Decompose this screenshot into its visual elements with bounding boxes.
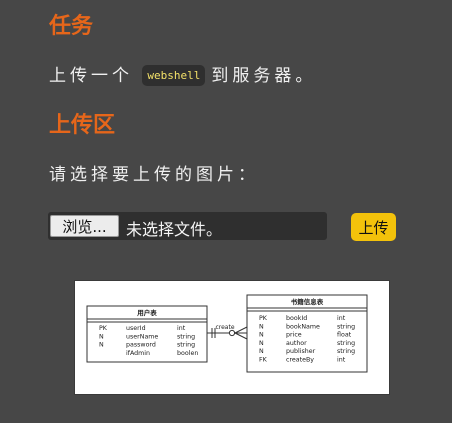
entity-right-key-cell: PK xyxy=(259,315,268,322)
entity-left-type-cell: string xyxy=(177,342,195,349)
entity-right-name-cell: price xyxy=(286,332,302,339)
task-text-after: 到服务器。 xyxy=(211,66,317,86)
task-code: webshell xyxy=(142,65,206,86)
entity-right-type-cell: string xyxy=(337,348,355,355)
entity-right-key-cell: N xyxy=(259,340,264,347)
entity-right-name-cell: bookName xyxy=(286,323,320,330)
er-diagram: 用户表 PKNNuserIduserNamepasswordifAdminint… xyxy=(86,294,368,373)
entity-left-name-cell: ifAdmin xyxy=(126,350,150,357)
entity-right-name-cell: createBy xyxy=(286,357,314,364)
entity-right-key-cell: N xyxy=(259,323,264,330)
file-status: 未选择文件。 xyxy=(126,220,223,239)
entity-right-type-cell: int xyxy=(337,315,346,322)
upload-heading: 上传区 xyxy=(49,113,116,138)
entity-right-key-cell: N xyxy=(259,348,264,355)
entity-left-type-cell: string xyxy=(177,333,195,340)
entity-right-name-cell: bookId xyxy=(286,315,307,322)
browse-button[interactable]: 浏览... xyxy=(50,215,119,237)
entity-right-type-cell: string xyxy=(337,340,355,347)
entity-right-type-cell: float xyxy=(337,332,352,339)
entity-left-key-cell: N xyxy=(99,333,104,340)
entity-left-type-cell: boolen xyxy=(177,350,198,357)
entity-right-key-cell: FK xyxy=(259,357,268,364)
relation-label: create xyxy=(215,324,234,331)
upload-prompt: 请选择要上传的图片： xyxy=(49,165,259,185)
entity-left-name-cell: password xyxy=(126,342,156,349)
task-description: 上传一个 webshell 到服务器。 xyxy=(49,61,316,86)
entity-right-type-cell: int xyxy=(337,357,346,364)
preview-image: 用户表 PK N NuserId userName password ifAdmin int… xyxy=(74,280,390,395)
entity-right-name-cell: author xyxy=(286,340,307,347)
entity-left-key-cell: N xyxy=(99,342,104,349)
task-text-before: 上传一个 xyxy=(49,66,133,86)
entity-left-title: 用户表 xyxy=(136,308,157,317)
entity-left-name-cell: userName xyxy=(126,333,158,340)
entity-right-title: 书籍信息表 xyxy=(291,297,324,306)
entity-left-type-cell: int xyxy=(177,325,186,332)
file-input[interactable]: 浏览... 未选择文件。 xyxy=(48,212,327,240)
entity-right-key-cell: N xyxy=(259,332,264,339)
entity-right-type-cell: string xyxy=(337,323,355,330)
entity-right-name-cell: publisher xyxy=(286,348,316,355)
task-heading: 任务 xyxy=(49,14,94,39)
entity-left-key-cell: PK xyxy=(99,325,108,332)
upload-button[interactable]: 上传 xyxy=(351,213,396,241)
entity-left-name-cell: userId xyxy=(126,325,146,332)
